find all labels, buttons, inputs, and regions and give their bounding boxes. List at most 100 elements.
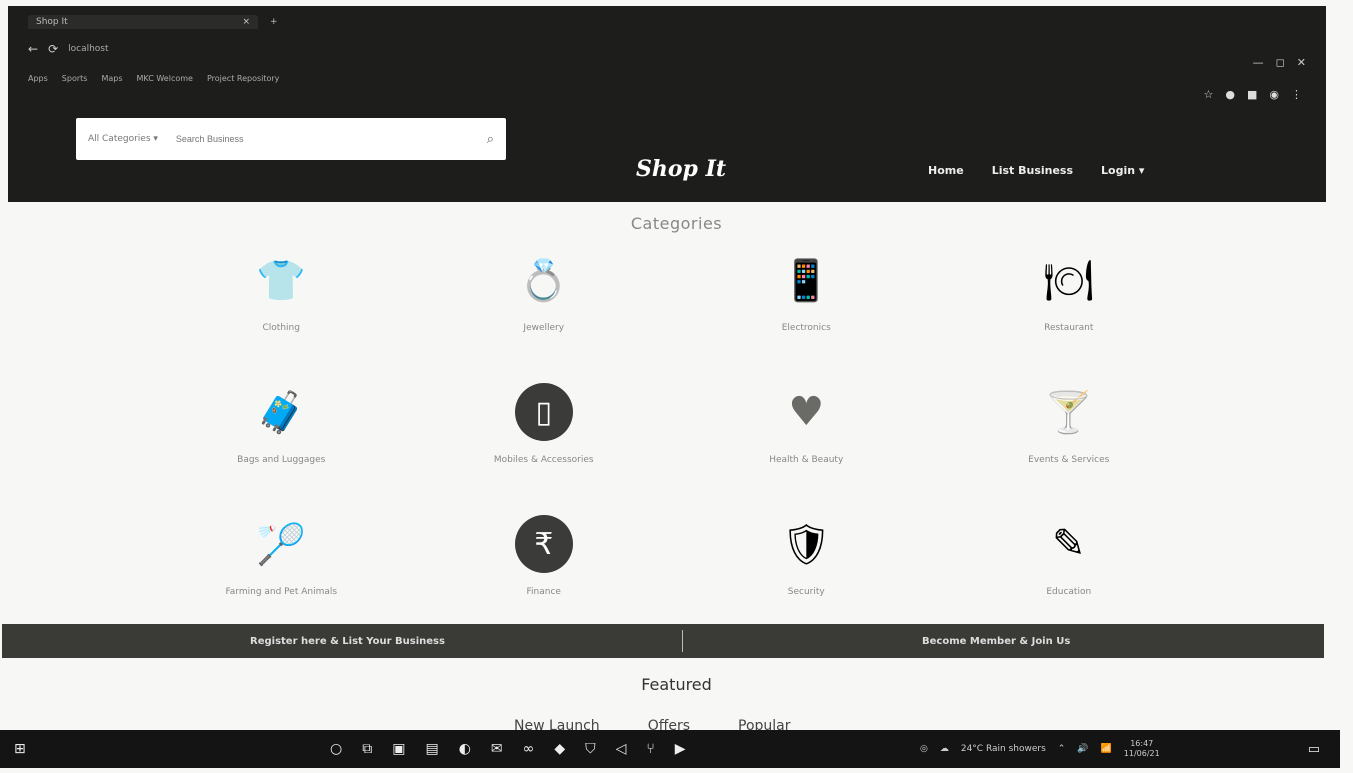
site-nav: Home List Business Login ▾ <box>928 164 1144 177</box>
store-icon[interactable]: ▣ <box>392 741 405 757</box>
taskbar-apps: ○ ⧉ ▣ ▤ ◐ ✉ ∞ ◆ ⛉ ◁ ⑂ ▶ <box>330 741 686 757</box>
mobile-icon: ▯ <box>509 377 579 447</box>
profile-icon[interactable]: ◉ <box>1269 88 1279 101</box>
time: 16:47 <box>1130 739 1154 748</box>
category-clothing[interactable]: 👕 Clothing <box>150 245 413 355</box>
star-icon[interactable]: ☆ <box>1204 88 1214 101</box>
app-icon[interactable]: ◆ <box>554 741 565 757</box>
browser-tabbar: Shop It × + <box>28 12 278 32</box>
brand-logo[interactable]: Shop It <box>636 156 726 182</box>
close-window-button[interactable]: ✕ <box>1297 56 1306 69</box>
weather-icon[interactable]: ☁ <box>940 744 949 754</box>
shirt-icon: 👕 <box>256 257 307 304</box>
electronics-icon: 📱 <box>781 257 832 304</box>
category-events[interactable]: 🍸 Events & Services <box>938 377 1201 487</box>
browser-tab[interactable]: Shop It × <box>28 15 258 29</box>
categories-title: Categories <box>630 214 723 233</box>
clock[interactable]: 16:47 11/06/21 <box>1124 739 1160 759</box>
category-education[interactable]: ✎ Education <box>938 509 1201 619</box>
bookmark-project[interactable]: Project Repository <box>207 74 279 83</box>
close-tab-icon[interactable]: × <box>242 17 250 27</box>
category-security[interactable]: 🛡 Security <box>675 509 938 619</box>
git-icon[interactable]: ⑂ <box>646 741 654 757</box>
bookmark-mkc[interactable]: MKC Welcome <box>137 74 193 83</box>
browser-icon[interactable]: ◐ <box>459 741 471 757</box>
security-shield-icon: 🛡 <box>780 521 832 568</box>
category-label: Restaurant <box>1044 323 1094 333</box>
header-area: Shop It × + ← ⟳ localhost Apps Sports Ma… <box>8 6 1326 202</box>
category-label: Farming and Pet Animals <box>225 587 338 597</box>
category-health[interactable]: ♥ Health & Beauty <box>675 377 938 487</box>
notification-icon[interactable]: ▭ <box>1308 742 1320 757</box>
category-bags[interactable]: 🧳 Bags and Luggages <box>150 377 413 487</box>
terminal-icon[interactable]: ▶ <box>675 741 686 757</box>
menu-icon[interactable]: ⋮ <box>1291 88 1302 101</box>
search-input[interactable] <box>175 134 487 144</box>
windows-start-icon[interactable]: ⊞ <box>14 741 26 757</box>
address-field[interactable]: localhost <box>68 44 108 54</box>
explorer-icon[interactable]: ▤ <box>425 741 438 757</box>
promo-bar: Register here & List Your Business Becom… <box>2 624 1324 658</box>
category-label: Mobiles & Accessories <box>493 455 594 465</box>
restaurant-icon: 🍽 <box>1043 257 1095 304</box>
vscode-icon[interactable]: ◁ <box>616 741 627 757</box>
category-mobiles[interactable]: ▯ Mobiles & Accessories <box>413 377 676 487</box>
volume-icon[interactable]: 🔊 <box>1077 744 1088 754</box>
search-bar: All Categories ▾ ⌕ <box>76 118 506 160</box>
category-electronics[interactable]: 📱 Electronics <box>675 245 938 355</box>
racket-icon: 🏸 <box>256 521 307 568</box>
search-category-select[interactable]: All Categories ▾ <box>88 134 158 144</box>
rupee-icon: ₹ <box>509 509 579 579</box>
taskbar: ⊞ ○ ⧉ ▣ ▤ ◐ ✉ ∞ ◆ ⛉ ◁ ⑂ ▶ ◎ ☁ 24°C Rain … <box>0 730 1340 768</box>
extension-icon[interactable]: ● <box>1225 88 1235 101</box>
puzzle-icon[interactable]: ■ <box>1247 88 1257 101</box>
chrome-tray-icon[interactable]: ◎ <box>920 744 928 754</box>
category-label: Bags and Luggages <box>237 455 326 465</box>
become-member-link[interactable]: Become Member & Join Us <box>922 636 1070 647</box>
category-label: Clothing <box>262 323 300 333</box>
nav-list-business[interactable]: List Business <box>992 164 1073 177</box>
maximize-button[interactable]: ◻ <box>1276 56 1285 69</box>
new-tab-button[interactable]: + <box>270 17 278 27</box>
search-icon[interactable]: ⌕ <box>487 132 494 147</box>
promo-divider <box>682 630 683 652</box>
address-bar: ← ⟳ localhost <box>28 42 109 56</box>
category-farming[interactable]: 🏸 Farming and Pet Animals <box>150 509 413 619</box>
screen: Shop It × + ← ⟳ localhost Apps Sports Ma… <box>0 0 1353 773</box>
heart-icon: ♥ <box>788 389 825 435</box>
category-label: Education <box>1046 587 1092 597</box>
mail-icon[interactable]: ✉ <box>491 741 503 757</box>
back-icon[interactable]: ← <box>28 42 38 56</box>
education-icon: ✎ <box>1051 521 1086 567</box>
bookmark-apps[interactable]: Apps <box>28 74 48 83</box>
extension-icons: ☆ ● ■ ◉ ⋮ <box>1204 88 1303 101</box>
register-business-link[interactable]: Register here & List Your Business <box>250 636 445 647</box>
search-taskbar-icon[interactable]: ○ <box>330 741 342 757</box>
categories-grid: 👕 Clothing 💍 Jewellery 📱 Electronics 🍽 R… <box>150 245 1200 619</box>
shield-app-icon[interactable]: ⛉ <box>585 741 596 757</box>
task-view-icon[interactable]: ⧉ <box>362 741 372 757</box>
tab-title: Shop It <box>36 17 68 27</box>
category-restaurant[interactable]: 🍽 Restaurant <box>938 245 1201 355</box>
wifi-icon[interactable]: 📶 <box>1101 744 1112 754</box>
reload-icon[interactable]: ⟳ <box>48 42 58 56</box>
bookmarks-bar: Apps Sports Maps MKC Welcome Project Rep… <box>28 74 279 83</box>
category-label: Finance <box>526 587 561 597</box>
bookmark-maps[interactable]: Maps <box>101 74 122 83</box>
nav-login[interactable]: Login ▾ <box>1101 164 1144 177</box>
bookmark-sports[interactable]: Sports <box>62 74 88 83</box>
category-jewellery[interactable]: 💍 Jewellery <box>413 245 676 355</box>
category-label: Jewellery <box>523 323 565 333</box>
link-icon[interactable]: ∞ <box>523 741 535 757</box>
minimize-button[interactable]: — <box>1253 56 1264 69</box>
system-tray: ◎ ☁ 24°C Rain showers ⌃ 🔊 📶 16:47 11/06/… <box>920 739 1160 759</box>
category-finance[interactable]: ₹ Finance <box>413 509 676 619</box>
category-label: Health & Beauty <box>769 455 844 465</box>
tray-expand-icon[interactable]: ⌃ <box>1058 744 1066 754</box>
weather-text[interactable]: 24°C Rain showers <box>961 744 1046 754</box>
category-label: Events & Services <box>1028 455 1110 465</box>
bags-icon: 🧳 <box>256 389 307 436</box>
nav-home[interactable]: Home <box>928 164 964 177</box>
window-controls: — ◻ ✕ <box>1253 56 1306 69</box>
date: 11/06/21 <box>1123 749 1160 758</box>
